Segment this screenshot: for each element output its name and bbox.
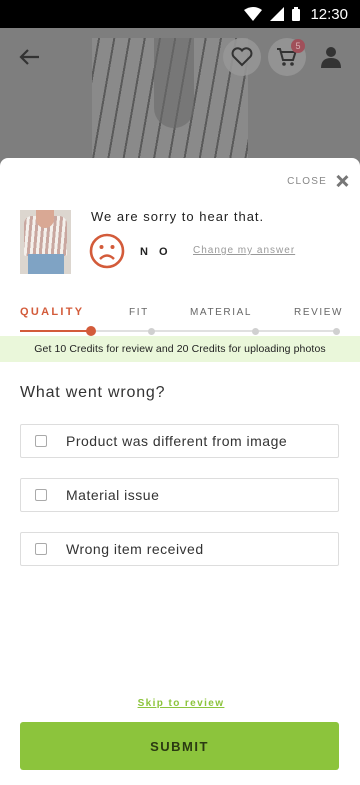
back-button[interactable] <box>14 42 44 72</box>
credits-banner: Get 10 Credits for review and 20 Credits… <box>0 336 360 362</box>
product-page-overlay: 5 <box>0 28 360 168</box>
cart-count-badge: 5 <box>291 39 305 53</box>
submit-button[interactable]: SUBMIT <box>20 722 339 770</box>
close-label: CLOSE <box>287 175 327 187</box>
question-heading: What went wrong? <box>20 384 166 401</box>
skip-to-review-link[interactable]: Skip to review <box>0 698 360 709</box>
tab-fit[interactable]: FIT <box>129 307 149 318</box>
step-dot-quality <box>86 326 96 336</box>
checkbox[interactable] <box>35 543 47 555</box>
step-dot-material <box>252 327 259 335</box>
person-icon <box>321 47 341 68</box>
tab-material[interactable]: MATERIAL <box>190 307 252 318</box>
tab-review[interactable]: REVIEW <box>294 307 343 318</box>
wishlist-button[interactable] <box>223 38 261 76</box>
step-dot-review <box>333 327 340 335</box>
feedback-sheet: CLOSE We are sorry to hear that. N O Cha… <box>0 158 360 785</box>
battery-icon <box>292 7 301 21</box>
option-material-issue[interactable]: Material issue <box>20 478 339 512</box>
option-label: Product was different from image <box>66 433 288 449</box>
option-label: Wrong item received <box>66 541 204 557</box>
heart-icon <box>231 47 253 67</box>
signal-icon <box>270 7 285 21</box>
sorry-message: We are sorry to hear that. <box>91 209 265 224</box>
product-thumbnail <box>20 210 71 274</box>
profile-button[interactable] <box>318 42 344 72</box>
status-bar: 12:30 <box>0 0 360 28</box>
close-icon <box>336 175 348 187</box>
checkbox[interactable] <box>35 489 47 501</box>
change-answer-link[interactable]: Change my answer <box>193 245 295 256</box>
progress-fill <box>20 330 91 332</box>
answer-label: N O <box>140 246 172 258</box>
step-dot-fit <box>148 327 155 335</box>
checkbox[interactable] <box>35 435 47 447</box>
top-nav: 5 <box>0 28 360 84</box>
option-label: Material issue <box>66 487 160 503</box>
wifi-icon <box>244 7 263 21</box>
tab-quality[interactable]: QUALITY <box>20 306 84 318</box>
close-button[interactable]: CLOSE <box>287 175 348 187</box>
option-different-from-image[interactable]: Product was different from image <box>20 424 339 458</box>
option-wrong-item[interactable]: Wrong item received <box>20 532 339 566</box>
sad-face-icon <box>89 233 125 269</box>
arrow-left-icon <box>19 49 39 65</box>
cart-button[interactable]: 5 <box>268 38 306 76</box>
status-time: 12:30 <box>310 5 348 23</box>
progress-track <box>20 326 340 336</box>
